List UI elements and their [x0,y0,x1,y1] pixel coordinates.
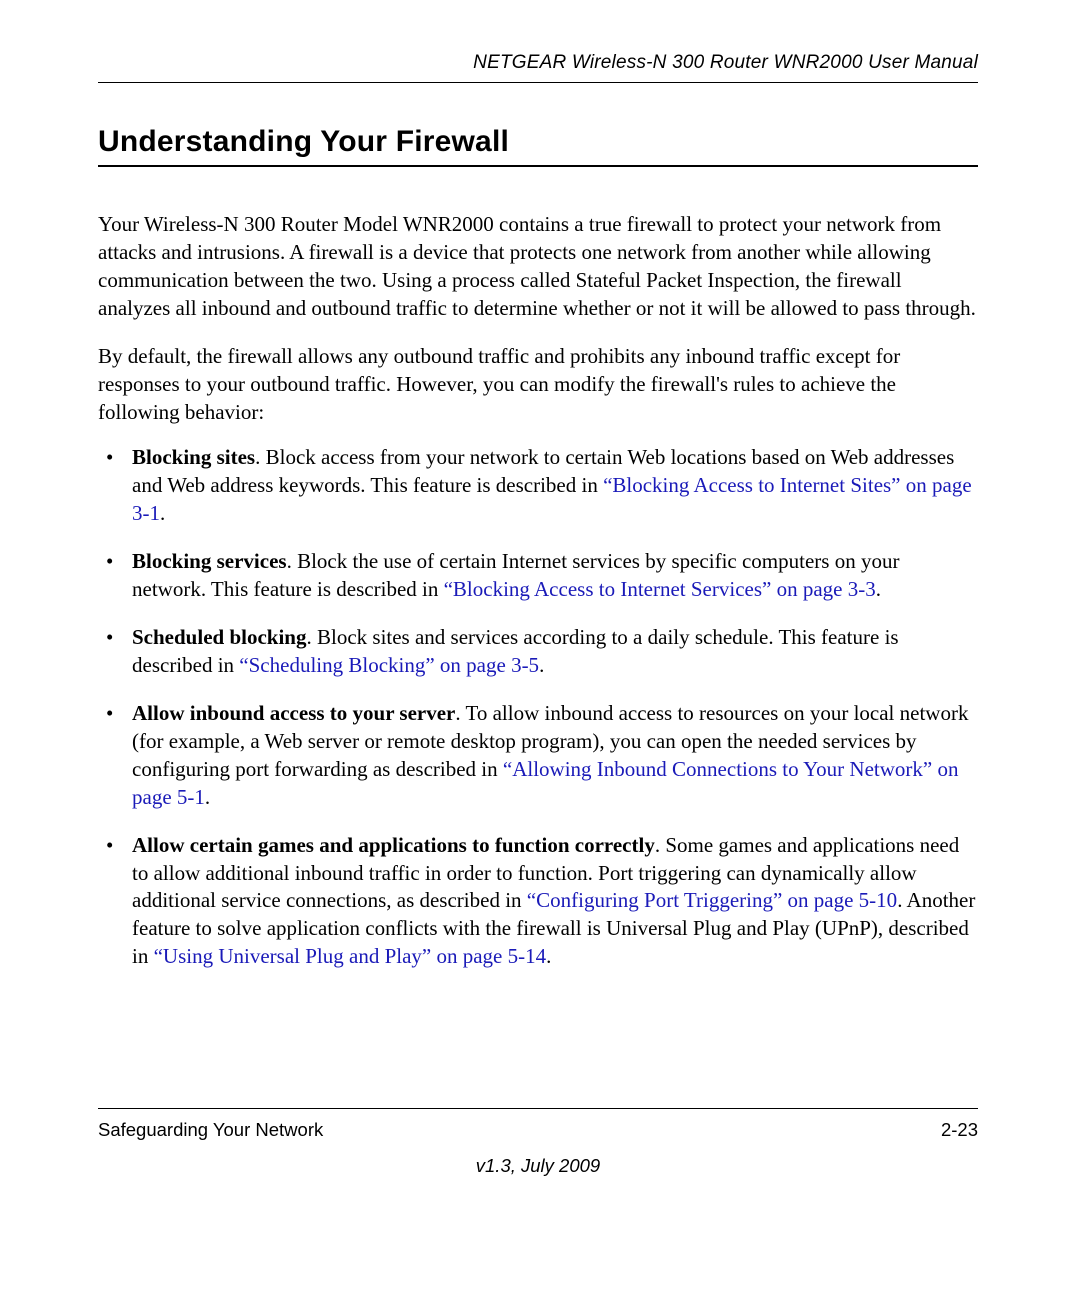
list-item-bold: Blocking services [132,549,287,573]
xref-upnp[interactable]: “Using Universal Plug and Play” on page … [154,944,547,968]
page-content: NETGEAR Wireless-N 300 Router WNR2000 Us… [98,52,978,991]
footer-page-number: 2-23 [941,1119,978,1141]
footer-version: v1.3, July 2009 [98,1155,978,1177]
list-item: Scheduled blocking. Block sites and serv… [128,624,978,680]
footer-row: Safeguarding Your Network 2-23 [98,1119,978,1141]
list-item-text: . [876,577,881,601]
document-header: NETGEAR Wireless-N 300 Router WNR2000 Us… [98,52,978,80]
footer-chapter: Safeguarding Your Network [98,1119,323,1141]
page-footer: Safeguarding Your Network 2-23 v1.3, Jul… [98,1108,978,1177]
list-item-text: . [205,785,210,809]
footer-rule [98,1108,978,1109]
firewall-feature-list: Blocking sites. Block access from your n… [98,444,978,971]
list-item: Allow inbound access to your server. To … [128,700,978,812]
xref-blocking-services[interactable]: “Blocking Access to Internet Services” o… [444,577,876,601]
intro-paragraph-1: Your Wireless-N 300 Router Model WNR2000… [98,211,978,323]
xref-port-triggering[interactable]: “Configuring Port Triggering” on page 5-… [527,888,897,912]
list-item: Allow certain games and applications to … [128,832,978,972]
header-rule [98,82,978,83]
list-item-text: . [546,944,551,968]
section-title: Understanding Your Firewall [98,125,978,159]
list-item-text: . [539,653,544,677]
intro-paragraph-2: By default, the firewall allows any outb… [98,343,978,427]
list-item-bold: Allow certain games and applications to … [132,833,655,857]
xref-scheduling-blocking[interactable]: “Scheduling Blocking” on page 3-5 [239,653,539,677]
list-item-bold: Allow inbound access to your server [132,701,455,725]
title-rule [98,165,978,167]
list-item-bold: Scheduled blocking [132,625,306,649]
list-item-bold: Blocking sites [132,445,255,469]
list-item: Blocking sites. Block access from your n… [128,444,978,528]
list-item-text: . [160,501,165,525]
list-item: Blocking services. Block the use of cert… [128,548,978,604]
